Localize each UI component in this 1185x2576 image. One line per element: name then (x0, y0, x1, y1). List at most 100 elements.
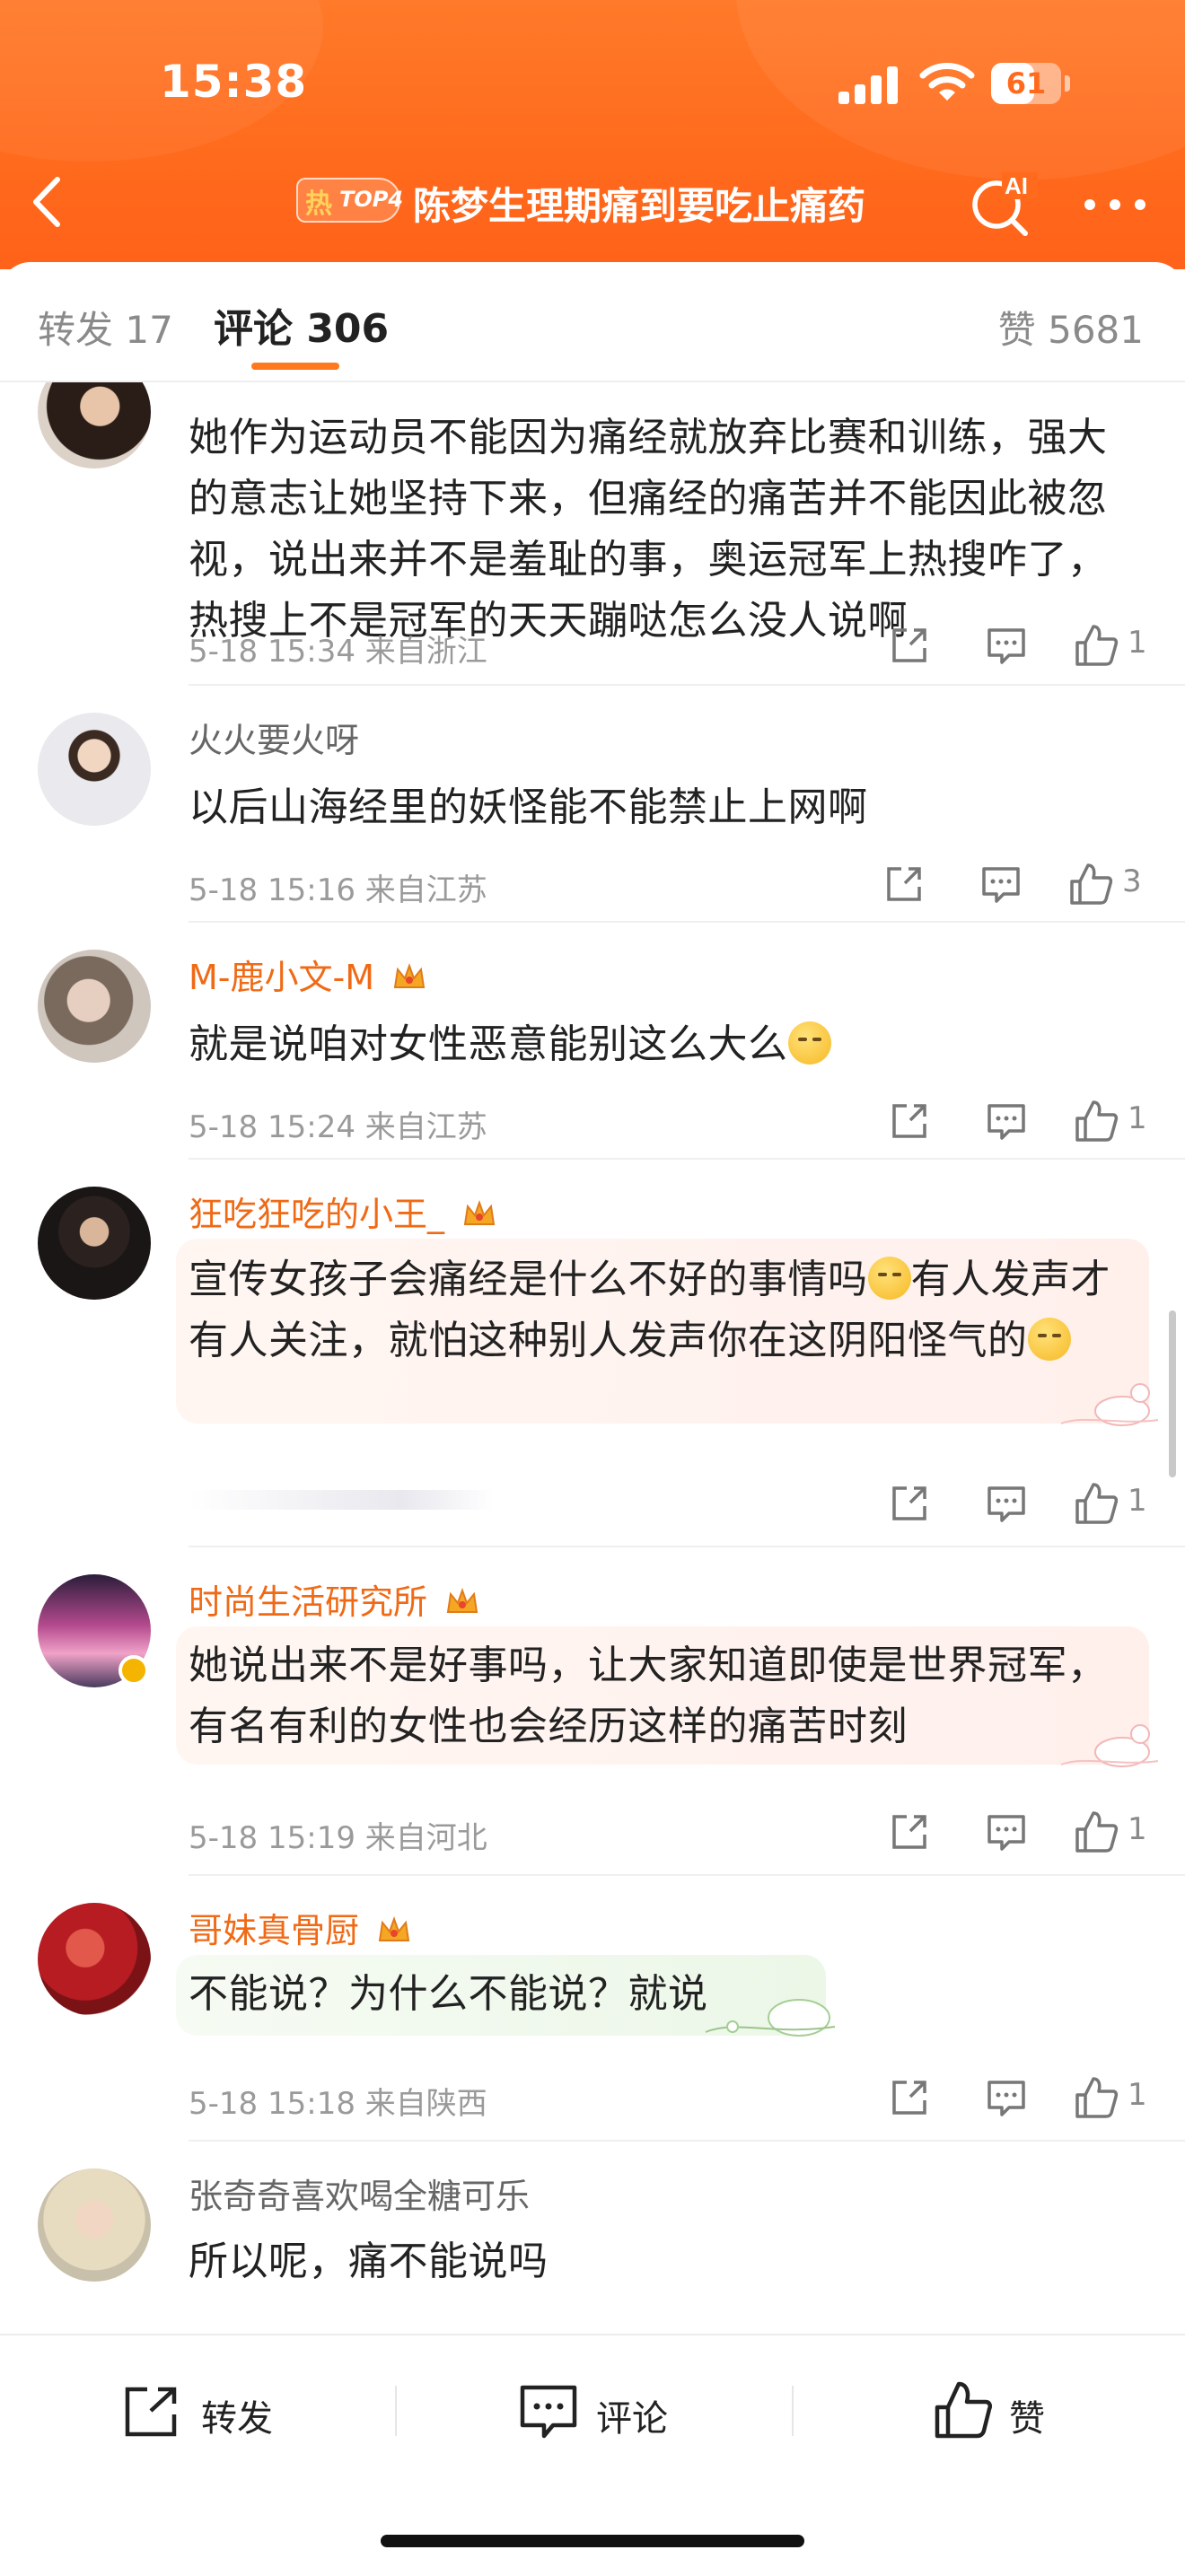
avatar[interactable] (38, 2169, 151, 2282)
share-icon[interactable] (889, 1100, 930, 1142)
thumbs-up-icon[interactable] (1074, 1481, 1119, 1526)
thumbs-up-icon[interactable] (1074, 2075, 1119, 2120)
comment-meta: 5-18 15:34 来自浙江 (189, 634, 487, 670)
comment-username[interactable]: 哥妹真骨厨 (189, 1903, 411, 1952)
emoji-icon (867, 1257, 911, 1300)
thumbs-up-icon[interactable] (1074, 1809, 1119, 1854)
comment-text: 她说出来不是好事吗，让大家知道即使是世界冠军，有名有利的女性也会经历这样的痛苦时… (189, 1643, 1108, 1749)
like-count: 1 (1128, 1811, 1147, 1847)
comment-icon[interactable] (986, 626, 1027, 666)
battery-level: 61 (1005, 66, 1047, 101)
share-icon (125, 2387, 177, 2437)
share-icon[interactable] (889, 1483, 930, 1524)
bubble-decoration-icon (1060, 1383, 1159, 1426)
avatar[interactable] (38, 713, 151, 826)
thumbs-up-icon[interactable] (1074, 623, 1119, 668)
hot-rank-badge: 热 TOP4 (296, 178, 404, 223)
status-time: 15:38 (160, 56, 308, 108)
like-count: 1 (1128, 1483, 1147, 1519)
thumbs-up-icon[interactable] (1068, 862, 1113, 907)
comment-item: 狂吃狂吃的小王_ 宣传女孩子会痛经是什么不好的事情吗 有人发声才有人关注，就怕这种… (0, 1160, 1185, 1547)
emoji-icon (787, 1021, 831, 1065)
avatar[interactable] (38, 382, 151, 469)
hot-label: 热 (305, 188, 332, 220)
tab-likes[interactable]: 赞 5681 (998, 300, 1144, 355)
thumbs-up-icon (935, 2381, 993, 2439)
emoji-icon (1027, 1318, 1071, 1361)
like-label: 赞 (1009, 2398, 1045, 2440)
like-button[interactable]: 赞 (934, 2380, 1113, 2443)
comment-item: 火火要火呀 以后山海经里的妖怪能不能禁止上网啊 5-18 15:16 来自江苏 … (0, 686, 1185, 923)
share-icon[interactable] (889, 2077, 930, 2118)
share-icon[interactable] (883, 863, 925, 905)
like-count: 1 (1128, 625, 1147, 661)
page-title[interactable]: 陈梦生理期痛到要吃止痛药 (413, 176, 865, 231)
comment-text-body: 就是说咱对女性恶意能别这么大么 (189, 1021, 788, 1067)
comment-text: 她作为运动员不能因为痛经就放弃比赛和训练，强大的意志让她坚持下来，但痛经的痛苦并… (189, 415, 1108, 644)
hot-rank: TOP4 (339, 187, 404, 212)
comment-icon[interactable] (986, 1485, 1027, 1524)
comment-item: M-鹿小文-M 就是说咱对女性恶意能别这么大么 5-18 15:24 来自江苏 … (0, 923, 1185, 1160)
comment-list[interactable]: 她作为运动员不能因为痛经就放弃比赛和训练，强大的意志让她坚持下来，但痛经的痛苦并… (0, 382, 1185, 2334)
comment-actions: 1 (889, 1483, 1158, 1528)
comment-icon[interactable] (980, 865, 1022, 905)
comment-username-text: 哥妹真骨厨 (189, 1911, 360, 1950)
chevron-left-icon[interactable] (25, 171, 70, 233)
avatar[interactable] (38, 950, 151, 1063)
share-icon[interactable] (889, 625, 930, 666)
comment-meta: 5-18 15:19 来自河北 (189, 1820, 487, 1856)
avatar[interactable] (38, 1903, 151, 2016)
avatar[interactable] (38, 1187, 151, 1300)
ai-search-icon[interactable]: AI (966, 167, 1038, 239)
comment-text: 不能说？为什么不能说？就说 (189, 1971, 708, 2017)
comment-text: 所以呢，痛不能说吗 (189, 2239, 549, 2284)
comment-username[interactable]: M-鹿小文-M (189, 950, 426, 999)
comment-icon[interactable] (986, 1102, 1027, 1142)
comment-button[interactable]: 评论 (519, 2380, 698, 2443)
like-count: 1 (1128, 1100, 1147, 1136)
crown-icon (446, 1588, 478, 1613)
comment-icon[interactable] (986, 2079, 1027, 2118)
comment-text: 以后山海经里的妖怪能不能禁止上网啊 (189, 784, 868, 830)
comment-username[interactable]: 时尚生活研究所 (189, 1574, 479, 1624)
comment-item: 时尚生活研究所 她说出来不是好事吗，让大家知道即使是世界冠军，有名有利的女性也会… (0, 1547, 1185, 1876)
comment-meta: 5-18 15:16 来自江苏 (189, 872, 487, 908)
comment-meta: 5-18 15:24 来自江苏 (189, 1109, 487, 1145)
comment-actions: 1 (889, 1100, 1158, 1145)
comment-username-text: 狂吃狂吃的小王_ (189, 1195, 445, 1234)
comment-actions: 1 (889, 2077, 1158, 2122)
comment-text: 宣传女孩子会痛经是什么不好的事情吗 有人发声才有人关注，就怕这种别人发声你在这阴阳… (189, 1249, 1140, 1371)
repost-label: 转发 (201, 2398, 273, 2440)
tab-repost[interactable]: 转发 17 (38, 300, 173, 355)
home-indicator (381, 2535, 804, 2547)
share-icon[interactable] (889, 1811, 930, 1853)
more-dots-icon[interactable] (1084, 196, 1147, 214)
comment-username[interactable]: 火火要火呀 (189, 713, 359, 762)
repost-button[interactable]: 转发 (122, 2380, 302, 2443)
top-header: 15:38 61 热 TOP4 陈梦生理期痛到要吃止痛药 AI (0, 0, 1185, 269)
comment-username-text: 时尚生活研究所 (189, 1582, 428, 1622)
comment-text-part: 宣传女孩子会痛经是什么不好的事情吗 (189, 1257, 868, 1302)
comment-meta: 5-18 15:18 来自陕西 (189, 2086, 487, 2122)
battery-tip (1065, 75, 1070, 92)
avatar[interactable] (38, 1574, 151, 1687)
like-count: 1 (1128, 2077, 1147, 2113)
comment-label: 评论 (596, 2398, 668, 2440)
comment-icon (520, 2385, 577, 2439)
battery-indicator: 61 (991, 63, 1061, 104)
thumbs-up-icon[interactable] (1074, 1099, 1119, 1143)
comment-username-text: M-鹿小文-M (189, 958, 374, 997)
comment-actions: 3 (883, 863, 1153, 908)
scrollbar-thumb[interactable] (1169, 1310, 1176, 1477)
crown-icon (463, 1200, 496, 1225)
like-count: 3 (1122, 863, 1142, 899)
verified-badge-icon (118, 1655, 149, 1686)
cellular-signal-icon (838, 65, 898, 104)
tab-comments[interactable]: 评论 306 (214, 296, 389, 354)
comment-icon[interactable] (986, 1813, 1027, 1853)
ai-label: AI (1005, 172, 1028, 199)
wifi-icon (919, 63, 975, 101)
comment-username[interactable]: 狂吃狂吃的小王_ (189, 1187, 496, 1236)
crown-icon (378, 1916, 410, 1941)
comment-username[interactable]: 张奇奇喜欢喝全糖可乐 (189, 2169, 530, 2218)
